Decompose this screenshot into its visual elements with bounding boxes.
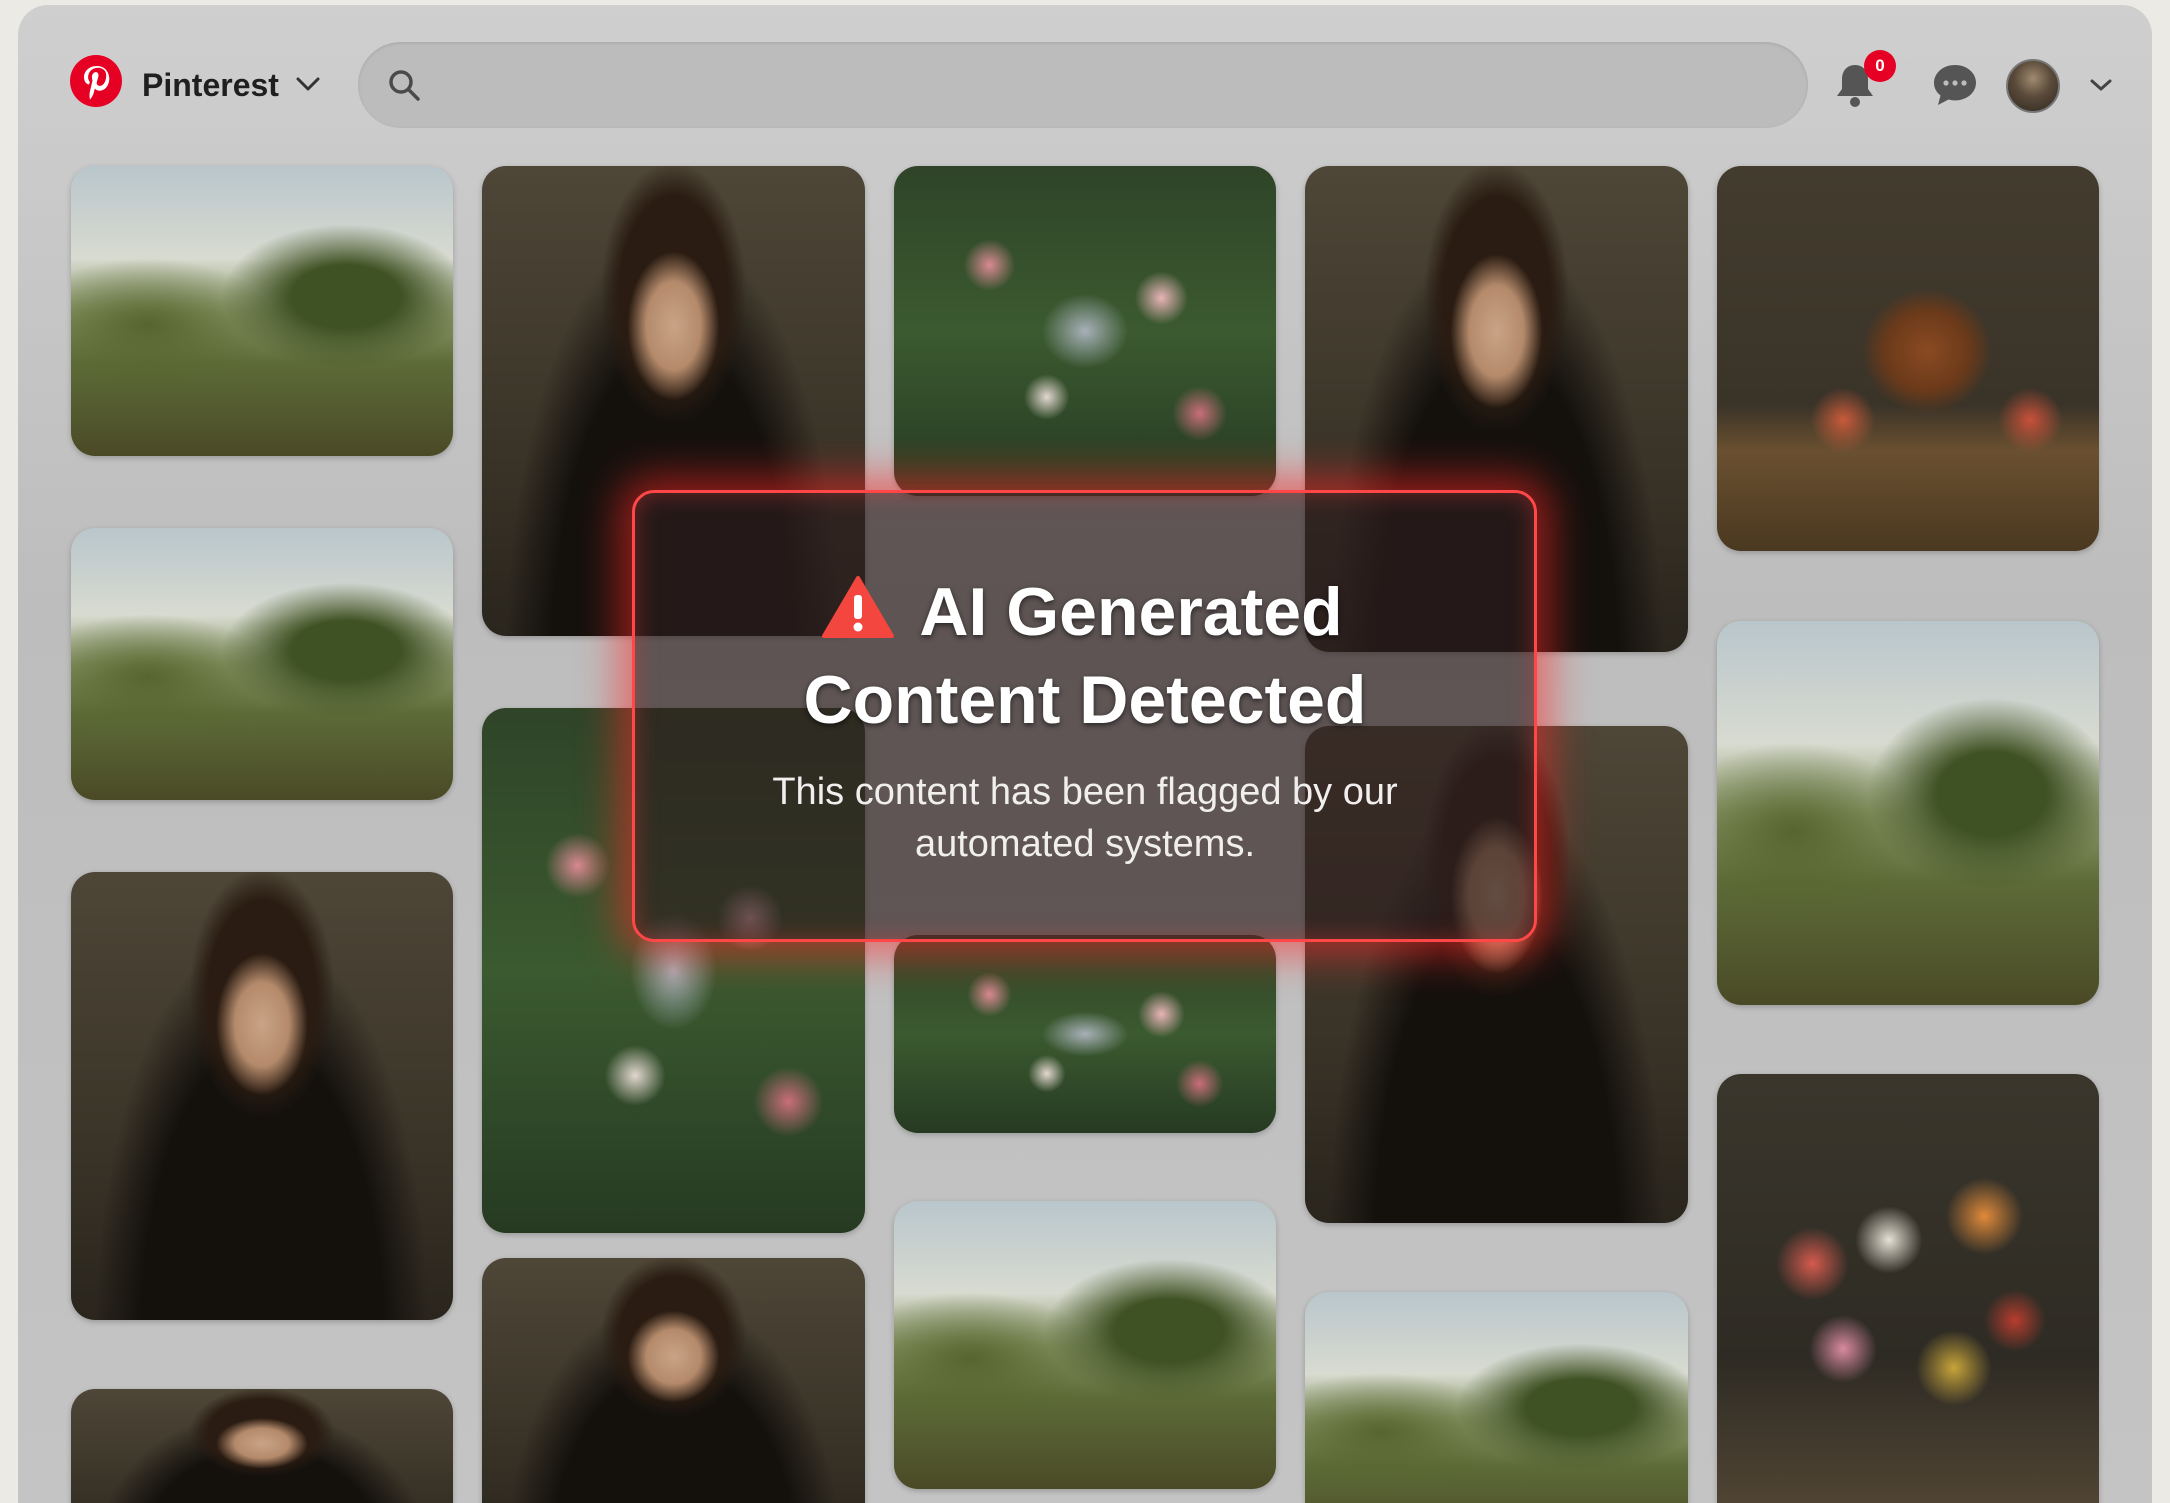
avatar[interactable] [2006, 59, 2060, 113]
pin-image[interactable] [894, 166, 1276, 496]
pinterest-logo-icon[interactable] [70, 55, 122, 107]
alert-message-line2: automated systems. [914, 823, 1256, 865]
pin-image[interactable] [71, 166, 453, 456]
alert-title-line2: Content Detected [803, 662, 1367, 738]
pin-image[interactable] [482, 1258, 865, 1503]
pin-image[interactable] [1717, 1074, 2099, 1503]
pin-image[interactable] [71, 872, 453, 1320]
brand-name[interactable]: Pinterest [142, 67, 279, 104]
pin-image[interactable] [1305, 1292, 1688, 1503]
chat-icon[interactable] [1930, 61, 1980, 109]
alert-message-line1: This content has been flagged by our [772, 771, 1398, 813]
search-icon[interactable] [386, 67, 422, 103]
pin-image[interactable] [1717, 166, 2099, 551]
pin-image[interactable] [894, 1201, 1276, 1489]
notification-badge: 0 [1864, 50, 1896, 82]
pin-image[interactable] [71, 1389, 453, 1503]
chevron-down-icon[interactable] [2088, 77, 2114, 93]
search-input[interactable] [438, 55, 1782, 117]
alert-title-line1: AI Generated [919, 574, 1343, 650]
chevron-down-icon[interactable] [294, 75, 322, 93]
pin-image[interactable] [894, 935, 1276, 1133]
